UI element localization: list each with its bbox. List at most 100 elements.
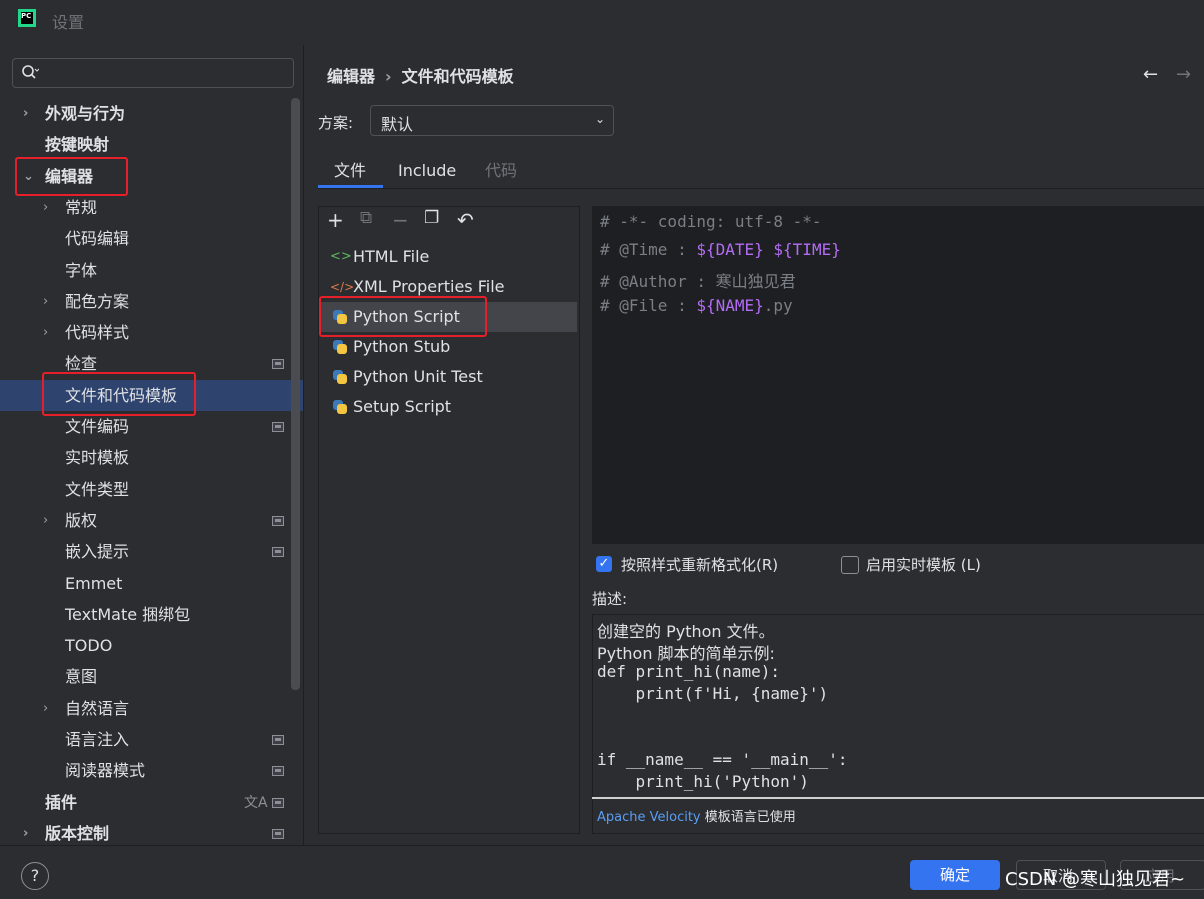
sidebar-item[interactable]: 文件类型	[65, 474, 129, 505]
live-templates-checkbox[interactable]	[841, 556, 859, 574]
sidebar-item[interactable]: 代码编辑	[65, 223, 129, 254]
sidebar-item[interactable]: 意图	[65, 661, 97, 692]
pycharm-logo-icon: PC	[18, 9, 36, 27]
chevron-right-icon[interactable]: ›	[43, 317, 48, 348]
breadcrumb-current: 文件和代码模板	[401, 67, 514, 86]
project-settings-icon	[272, 766, 284, 777]
settings-search-input[interactable]	[12, 58, 294, 88]
project-settings-icon	[272, 735, 284, 745]
chevron-right-icon[interactable]: ›	[43, 505, 48, 536]
tab-divider	[318, 188, 1204, 189]
sidebar-item[interactable]: TextMate 捆绑包	[65, 599, 190, 630]
code-text: # @File :	[600, 296, 697, 315]
sidebar-item-label: 外观与行为	[45, 104, 126, 123]
footer-divider	[0, 845, 1204, 846]
description-label: 描述:	[592, 590, 628, 608]
sidebar-item[interactable]: › 配色方案	[43, 286, 130, 317]
scheme-dropdown[interactable]: 默认 ⌄	[370, 105, 614, 136]
reset-icon[interactable]: ↶	[457, 208, 474, 232]
sidebar-item-label: 语言注入	[65, 730, 130, 749]
template-variable: ${NAME}	[696, 296, 764, 315]
chevron-right-icon[interactable]: ›	[43, 192, 48, 223]
remove-icon[interactable]: −	[392, 208, 409, 232]
sidebar-item-label: 自然语言	[65, 698, 130, 718]
python-icon	[330, 392, 350, 422]
description-line: def print_hi(name):	[597, 662, 781, 681]
forward-arrow-icon[interactable]: →	[1176, 64, 1191, 85]
description-line: print(f'Hi, {name}')	[597, 684, 829, 703]
description-line: Python 脚本的简单示例:	[597, 644, 775, 663]
help-button[interactable]: ?	[21, 862, 49, 890]
sidebar-item-label: TextMate 捆绑包	[65, 604, 191, 624]
add-icon[interactable]: +	[327, 208, 344, 232]
copy-icon[interactable]: ❐	[424, 208, 439, 228]
scheme-label: 方案:	[318, 114, 354, 132]
velocity-link[interactable]: Apache Velocity	[597, 810, 701, 825]
ok-button[interactable]: 确定	[910, 860, 1000, 890]
reformat-checkbox[interactable]: ✓	[596, 556, 612, 572]
code-text: # @Author : 寒山独见君	[600, 272, 796, 291]
sidebar-item[interactable]: 插件	[45, 787, 77, 818]
breadcrumb-separator: ›	[385, 67, 392, 86]
code-line: # @File : ${NAME}.py	[600, 296, 793, 315]
description-divider	[592, 797, 1204, 799]
sidebar-item-label: 文件类型	[65, 479, 130, 499]
breadcrumb: 编辑器 › 文件和代码模板	[327, 63, 514, 87]
sidebar-item-label: 版权	[65, 510, 98, 530]
code-text: # @Time :	[600, 240, 697, 259]
sidebar-item-label: 字体	[65, 260, 98, 280]
tab-code[interactable]: 代码	[485, 160, 517, 188]
sidebar-item-label: 插件	[45, 792, 78, 812]
code-line: # @Time : ${DATE} ${TIME}	[600, 240, 841, 259]
sidebar-item[interactable]: Emmet	[65, 568, 122, 599]
sidebar-divider	[303, 45, 304, 845]
description-line: if __name__ == '__main__':	[597, 750, 848, 769]
template-list-item[interactable]: Python Unit Test	[320, 362, 577, 392]
code-text: # -*- coding: utf-8 -*-	[600, 212, 822, 231]
sidebar-item[interactable]: › 代码样式	[43, 317, 129, 348]
sidebar-item[interactable]: › 版权	[43, 505, 98, 536]
template-variable: ${TIME}	[773, 240, 841, 259]
project-settings-icon	[272, 359, 284, 370]
template-label: Python Unit Test	[353, 367, 483, 386]
chevron-right-icon[interactable]: ›	[43, 693, 48, 724]
project-settings-icon	[272, 422, 284, 432]
title-bar: PC 设置	[0, 0, 1204, 40]
template-list-item[interactable]: <> HTML File	[320, 242, 577, 272]
description-line: 创建空的 Python 文件。	[597, 622, 775, 641]
sidebar-item[interactable]: 实时模板	[65, 442, 129, 473]
sidebar-item[interactable]: 阅读器模式	[65, 755, 145, 786]
sidebar-item[interactable]: TODO	[65, 630, 112, 661]
sidebar-item[interactable]: 嵌入提示	[65, 536, 129, 567]
tab-files[interactable]: 文件	[334, 160, 366, 188]
create-child-template-icon[interactable]: ⧉	[360, 208, 372, 228]
reformat-label: 按照样式重新格式化(R)	[621, 556, 779, 574]
sidebar-item[interactable]: 按键映射	[45, 129, 109, 160]
back-arrow-icon[interactable]: ←	[1143, 64, 1158, 85]
highlight-box-python-script	[319, 296, 487, 337]
sidebar-item[interactable]: 字体	[65, 255, 97, 286]
sidebar-item-label: 配色方案	[65, 291, 130, 311]
sidebar-item[interactable]: › 常规	[43, 192, 98, 223]
sidebar-item-label: 代码编辑	[65, 229, 130, 249]
code-line: # @Author : 寒山独见君	[600, 268, 796, 292]
sidebar-scrollbar[interactable]	[291, 98, 300, 690]
chevron-right-icon[interactable]: ›	[23, 98, 28, 129]
project-settings-icon	[272, 515, 284, 526]
html-icon: <>	[330, 249, 352, 264]
sidebar-item-label: 常规	[65, 197, 98, 217]
description-line: print_hi('Python')	[597, 772, 809, 791]
sidebar-item-label: TODO	[65, 636, 113, 656]
sidebar-item[interactable]: › 自然语言	[43, 693, 130, 724]
translate-icon: 文A	[244, 794, 268, 811]
live-templates-label: 启用实时模板 (L)	[866, 556, 981, 574]
sidebar-item[interactable]: 语言注入	[65, 724, 129, 755]
breadcrumb-parent[interactable]: 编辑器	[327, 67, 375, 86]
template-list-item[interactable]: Setup Script	[320, 392, 577, 422]
sidebar-item[interactable]: › 外观与行为	[23, 98, 126, 129]
chevron-right-icon[interactable]: ›	[43, 286, 48, 317]
sidebar-item-label: 检查	[65, 354, 98, 374]
search-icon	[21, 64, 40, 84]
tab-include[interactable]: Include	[398, 160, 456, 188]
scheme-value: 默认	[381, 115, 414, 134]
